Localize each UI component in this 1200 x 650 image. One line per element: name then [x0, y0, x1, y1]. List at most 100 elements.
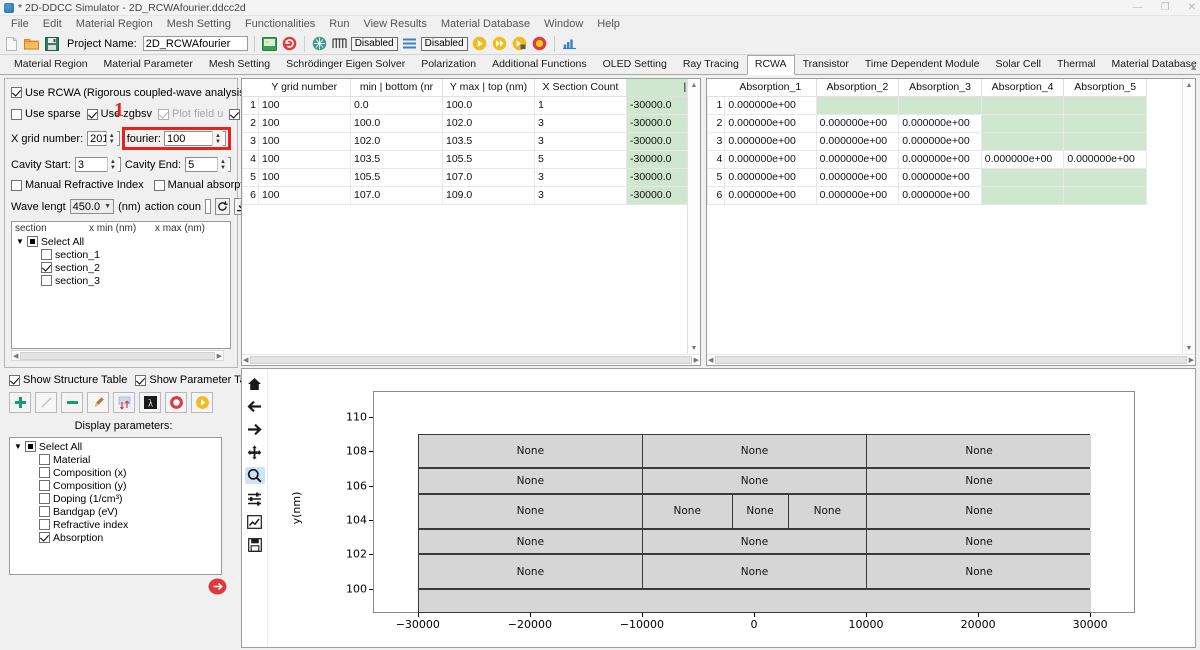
table-cell[interactable]: 0.000000e+00: [724, 95, 817, 115]
cavity-end-input[interactable]: ▲▼: [185, 157, 231, 172]
display-tree-item[interactable]: Refractive index: [10, 518, 221, 531]
lines-icon[interactable]: [401, 35, 418, 52]
structure-table-vscrollbar[interactable]: ▲ ▼: [687, 79, 700, 354]
x-grid-number-field[interactable]: [90, 132, 106, 145]
absorption-table-header[interactable]: Absorption_5: [1063, 79, 1147, 97]
display-param-checkbox[interactable]: [39, 467, 50, 478]
cavity-start-field[interactable]: [77, 158, 107, 171]
table-cell[interactable]: 102.0: [350, 131, 443, 151]
tab-transistor[interactable]: Transistor: [795, 55, 857, 74]
cavity-start-input[interactable]: ▲▼: [74, 157, 121, 172]
cavity-start-stepper[interactable]: ▲ ▼: [106, 157, 118, 172]
table-cell[interactable]: [980, 167, 1065, 187]
refresh-icon[interactable]: [281, 35, 298, 52]
next-arrow-icon[interactable]: [206, 576, 228, 597]
table-cell[interactable]: 100: [258, 95, 351, 115]
plot-layer-row[interactable]: None None None: [417, 468, 1092, 495]
minimize-icon[interactable]: —: [1133, 3, 1143, 13]
absorption-table[interactable]: Absorption_1 Absorption_2 Absorption_3 Abso…: [707, 79, 1147, 205]
table-row[interactable]: 4 0.000000e+00 0.000000e+00 0.000000e+00 0.0…: [707, 149, 1147, 169]
structure-table-hscrollbar[interactable]: ◀ ▶: [242, 354, 700, 365]
tab-mesh-setting[interactable]: Mesh Setting: [201, 55, 278, 74]
table-cell[interactable]: [980, 95, 1065, 115]
section-tree-root[interactable]: ▼ Select All: [12, 235, 230, 248]
hscroll-right-arrow-icon-2[interactable]: ▶: [1189, 356, 1194, 364]
plot-layer-cell[interactable]: None: [732, 495, 789, 528]
mesh-icon[interactable]: [311, 35, 328, 52]
table-cell[interactable]: 0.000000e+00: [815, 167, 900, 187]
fourier-stepper[interactable]: ▲ ▼: [212, 131, 223, 146]
cavity-end-stepper[interactable]: ▲ ▼: [217, 157, 228, 172]
structure-table-header[interactable]: X Section Count: [534, 79, 627, 97]
table-row[interactable]: 6 0.000000e+00 0.000000e+00 0.000000e+00: [707, 185, 1147, 205]
table-cell[interactable]: 103.5: [350, 149, 443, 169]
table-row[interactable]: 2 0.000000e+00 0.000000e+00 0.000000e+00: [707, 113, 1147, 133]
menu-item-functionalities[interactable]: Functionalities: [238, 16, 322, 33]
plot-layer-cell[interactable]: None: [867, 435, 1092, 468]
tab-time-dependent-module[interactable]: Time Dependent Module: [857, 55, 988, 74]
clean-icon[interactable]: [87, 392, 109, 413]
scroll-up-arrow-icon-2[interactable]: ▲: [1186, 79, 1193, 91]
table-cell[interactable]: 0.000000e+00: [898, 131, 982, 151]
close-icon[interactable]: ✕: [1188, 3, 1196, 13]
plot-layer-cell[interactable]: None: [867, 555, 1092, 588]
section-2-checkbox[interactable]: [41, 262, 52, 273]
menu-item-file[interactable]: File: [4, 16, 36, 33]
table-row[interactable]: 6100107.0109.03-30000.0-10000.0: [242, 185, 687, 205]
absorption-table-header[interactable]: Absorption_4: [981, 79, 1065, 97]
structure-plot-canvas[interactable]: y(nm) 110 108 106 104 102 100 −30000 −20000 −100…: [268, 369, 1195, 647]
table-cell[interactable]: 0.000000e+00: [898, 113, 982, 133]
hscroll-thumb-2[interactable]: [715, 356, 1187, 364]
absorption-table-header[interactable]: Absorption_2: [816, 79, 900, 97]
chevron-expand-icon[interactable]: ▼: [16, 237, 24, 246]
plot-layer-cell[interactable]: None: [418, 529, 643, 554]
plot-layer-cell[interactable]: None: [642, 495, 733, 528]
table-cell[interactable]: 102.0: [442, 113, 535, 133]
display-param-checkbox[interactable]: [39, 493, 50, 504]
disabled-button-2[interactable]: Disabled: [420, 36, 468, 51]
tab-material-parameter[interactable]: Material Parameter: [96, 55, 201, 74]
table-row[interactable]: 5 0.000000e+00 0.000000e+00 0.000000e+00: [707, 167, 1147, 187]
maximize-icon[interactable]: ❐: [1161, 3, 1170, 13]
hscroll-thumb[interactable]: [250, 356, 692, 364]
tab-solar-cell[interactable]: Solar Cell: [987, 55, 1049, 74]
tab-rcwa[interactable]: RCWA: [746, 55, 795, 75]
table-row[interactable]: 5100105.5107.03-30000.0-10000.0: [242, 167, 687, 187]
x-grid-number-stepper[interactable]: ▲ ▼: [105, 131, 117, 146]
scroll-up-arrow-icon[interactable]: ▲: [691, 79, 698, 91]
table-row[interactable]: 3 0.000000e+00 0.000000e+00 0.000000e+00: [707, 131, 1147, 151]
tab-material-database[interactable]: Material Database: [1104, 55, 1200, 74]
absorption-table-header[interactable]: Absorption_1: [724, 79, 817, 97]
display-tree-item[interactable]: Composition (x): [10, 466, 221, 479]
display-tree-item[interactable]: Bandgap (eV): [10, 505, 221, 518]
sort-icon[interactable]: [113, 392, 135, 413]
tab-polarization[interactable]: Polarization: [413, 55, 484, 74]
cavity-end-field[interactable]: [188, 158, 217, 171]
display-tree-item[interactable]: Doping (1/cm³): [10, 492, 221, 505]
table-cell[interactable]: 109.0: [442, 185, 535, 205]
chart-icon[interactable]: [561, 35, 578, 52]
table-cell[interactable]: -30000.0: [626, 131, 687, 151]
zoom-icon[interactable]: [244, 467, 265, 484]
table-row[interactable]: 2100100.0102.03-30000.0-10000.0: [242, 113, 687, 133]
tab-material-region[interactable]: Material Region: [6, 55, 96, 74]
display-select-all-checkbox[interactable]: [24, 441, 36, 452]
table-cell[interactable]: 0.000000e+00: [815, 185, 900, 205]
stop-record-icon[interactable]: [165, 392, 187, 413]
display-param-checkbox[interactable]: [39, 454, 50, 465]
section-tree-item-1[interactable]: section_1: [12, 248, 230, 261]
section-tree[interactable]: section x min (nm) x max (nm) ▼ Select A…: [11, 221, 231, 349]
back-arrow-icon[interactable]: [245, 398, 265, 415]
structure-table-header[interactable]: min | bottom (nr: [350, 79, 443, 97]
hscroll-left-arrow-icon-2[interactable]: ◀: [708, 356, 713, 364]
table-cell[interactable]: 0.000000e+00: [815, 113, 900, 133]
table-cell[interactable]: [980, 113, 1065, 133]
structure-table-header[interactable]: Y max | top (nm): [442, 79, 535, 97]
table-cell[interactable]: 0.000000e+00: [724, 167, 817, 187]
table-row[interactable]: 3100102.0103.53-30000.0-10000.0: [242, 131, 687, 151]
display-tree-item[interactable]: Absorption: [10, 531, 221, 544]
scroll-thumb[interactable]: [20, 351, 215, 360]
absorption-table-scroll[interactable]: Absorption_1 Absorption_2 Absorption_3 Abso…: [707, 79, 1182, 354]
plot-layer-cell[interactable]: None: [642, 555, 868, 588]
run-icon[interactable]: [471, 35, 488, 52]
